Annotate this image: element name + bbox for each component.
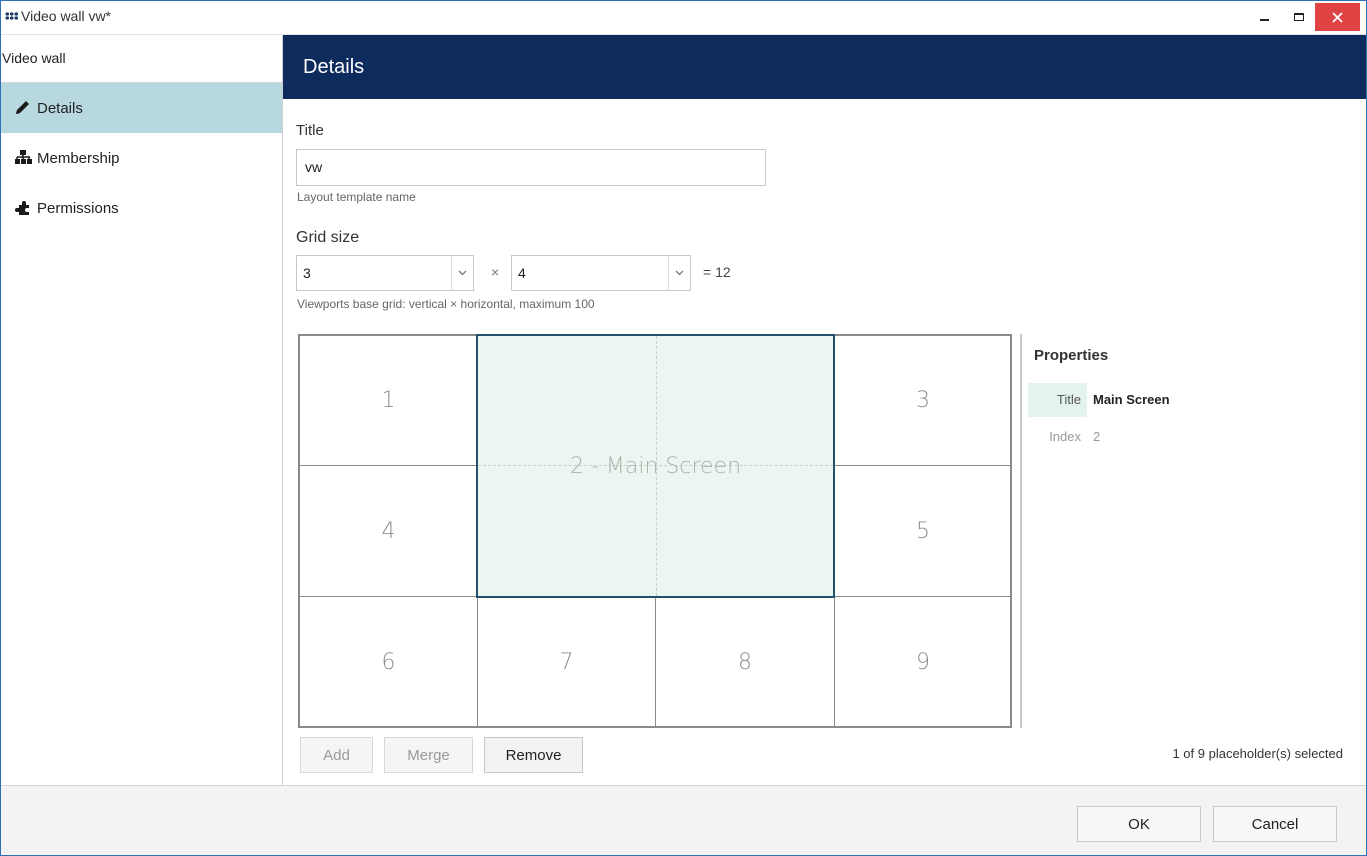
sidebar-item-label: Permissions	[37, 199, 119, 217]
placeholder-cell-4[interactable]: 4	[299, 465, 478, 597]
property-title-key: Title	[1028, 383, 1087, 417]
sidebar-heading: Video wall	[1, 35, 282, 83]
add-button[interactable]: Add	[300, 737, 373, 773]
selection-status: 1 of 9 placeholder(s) selected	[1172, 746, 1343, 761]
placeholder-cell-9[interactable]: 9	[834, 596, 1012, 728]
placeholder-cell-7[interactable]: 7	[477, 596, 656, 728]
cell-label: 8	[738, 649, 752, 675]
title-input[interactable]: vw	[296, 149, 766, 186]
cell-label: 3	[916, 388, 930, 413]
cell-label: 9	[916, 649, 930, 675]
minimize-icon	[1259, 19, 1269, 21]
grid-rows-select[interactable]: 3	[296, 255, 474, 291]
placeholder-cell-main-screen[interactable]: 2 - Main Screen	[476, 334, 835, 598]
property-title-value[interactable]: Main Screen	[1093, 392, 1170, 407]
sidebar-item-details[interactable]: Details	[1, 83, 282, 133]
grid-rows-value: 3	[303, 265, 311, 281]
maximize-icon	[1294, 13, 1304, 21]
video-wall-window: Video wall vw* Video wall Details Member…	[0, 0, 1367, 856]
close-icon	[1332, 11, 1343, 23]
cell-label: 1	[381, 388, 396, 413]
hierarchy-icon	[14, 150, 32, 166]
cancel-button[interactable]: Cancel	[1213, 806, 1337, 842]
properties-heading: Properties	[1034, 347, 1109, 364]
close-button[interactable]	[1315, 3, 1360, 31]
cell-label: 4	[381, 518, 396, 544]
title-bar: Video wall vw*	[1, 1, 1366, 35]
property-index-key: Index	[1049, 429, 1081, 444]
times-symbol: ×	[491, 264, 500, 280]
maximize-button[interactable]	[1282, 1, 1316, 33]
grid-total: = 12	[703, 264, 731, 280]
sidebar: Video wall Details Membership Permission…	[1, 35, 283, 785]
cell-label: 7	[559, 649, 574, 675]
minimize-button[interactable]	[1247, 1, 1281, 33]
grid-size-label: Grid size	[296, 229, 360, 246]
placeholder-cell-1[interactable]: 1	[299, 335, 478, 466]
title-label: Title	[296, 122, 324, 139]
page-title: Details	[283, 35, 1366, 99]
sidebar-item-label: Membership	[37, 149, 120, 167]
remove-button[interactable]: Remove	[484, 737, 583, 773]
chevron-down-icon[interactable]	[668, 256, 690, 290]
sidebar-item-membership[interactable]: Membership	[1, 133, 282, 183]
sidebar-item-label: Details	[37, 99, 83, 117]
properties-divider	[1020, 334, 1022, 728]
pencil-icon	[14, 100, 32, 116]
chevron-down-icon[interactable]	[451, 256, 473, 290]
ok-button[interactable]: OK	[1077, 806, 1201, 842]
app-grid-icon	[5, 12, 18, 20]
puzzle-icon	[14, 200, 32, 216]
merge-button[interactable]: Merge	[384, 737, 473, 773]
grid-cols-select[interactable]: 4	[511, 255, 691, 291]
grid-cols-value: 4	[518, 265, 526, 281]
sidebar-item-permissions[interactable]: Permissions	[1, 183, 282, 233]
layout-grid: 1 2 - Main Screen 3 4 5 6 7 8 9	[298, 334, 1012, 728]
dialog-footer: OK Cancel	[1, 785, 1366, 855]
title-hint: Layout template name	[297, 190, 416, 204]
window-title: Video wall vw*	[21, 8, 112, 24]
placeholder-cell-3[interactable]: 3	[834, 335, 1012, 466]
property-index-value: 2	[1093, 429, 1101, 444]
placeholder-cell-6[interactable]: 6	[299, 596, 478, 728]
placeholder-cell-8[interactable]: 8	[655, 596, 835, 728]
placeholder-cell-5[interactable]: 5	[834, 465, 1012, 597]
cell-label: 6	[381, 649, 396, 675]
cell-label: 5	[916, 518, 930, 544]
cell-label: 2 - Main Screen	[569, 453, 742, 479]
grid-size-hint: Viewports base grid: vertical × horizont…	[297, 297, 595, 311]
